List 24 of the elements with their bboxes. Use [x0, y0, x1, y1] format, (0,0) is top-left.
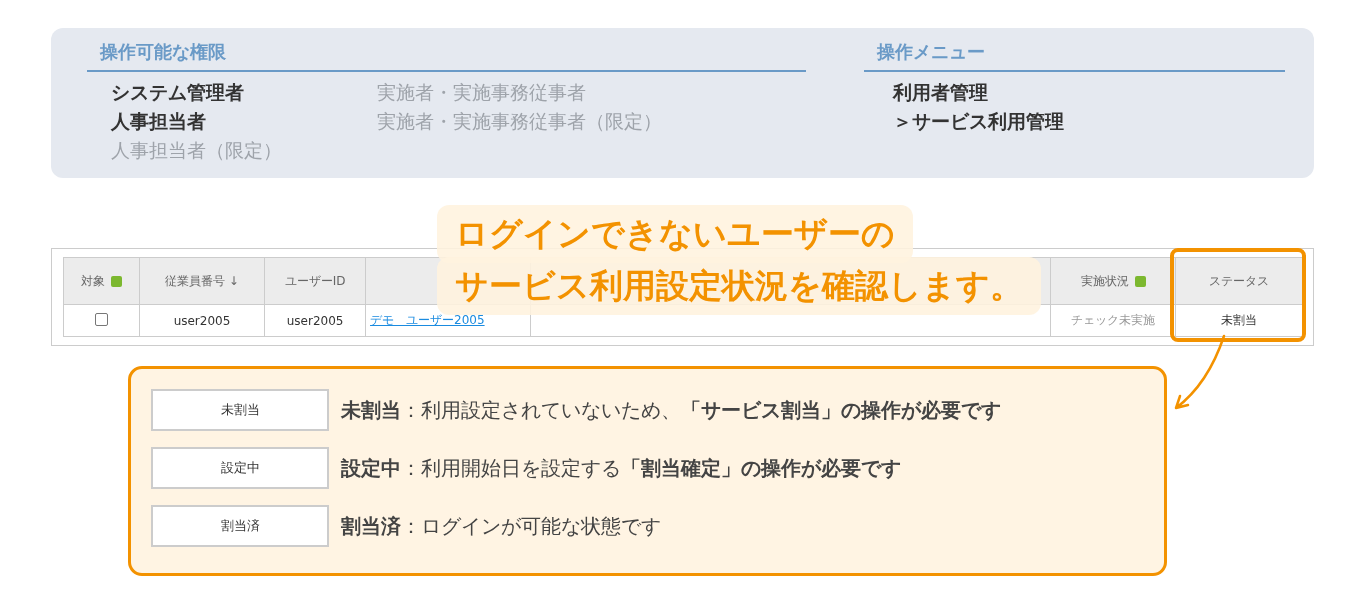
help-icon[interactable] [1134, 275, 1146, 287]
table-cell: user2005 [264, 304, 366, 337]
column-header: ユーザーID [264, 257, 366, 305]
role-label: システム管理者 [111, 80, 245, 105]
table-cell: チェック未実施 [1050, 304, 1176, 337]
column-header: 対象 [63, 257, 140, 305]
section-title: 操作可能な権限 [87, 38, 807, 72]
row-checkbox[interactable] [94, 312, 108, 326]
column-header: ステータス [1175, 257, 1303, 305]
legend-text: 未割当：利用設定されていないため、「サービス割当」の操作が必要です [341, 396, 1001, 424]
callout-text: サービス利用設定状況を確認します。 [437, 257, 1041, 315]
menu-item[interactable]: ＞サービス利用管理 [893, 109, 1285, 138]
section-title: 操作メニュー [864, 38, 1285, 72]
menu-item[interactable]: 利用者管理 [893, 80, 1285, 109]
help-icon[interactable] [110, 275, 122, 287]
column-header: 実施状況 [1050, 257, 1176, 305]
table-cell: user2005 [139, 304, 265, 337]
role-label: 実施者・実施事務従事者 [377, 80, 587, 105]
column-header: 従業員番号 ↓ [139, 257, 265, 305]
role-label: 人事担当者（限定） [111, 138, 283, 163]
role-label: 実施者・実施事務従事者（限定） [377, 109, 663, 134]
legend-text: 割当済：ログインが可能な状態です [341, 512, 661, 540]
role-label: 人事担当者 [111, 109, 207, 134]
legend-text: 設定中：利用開始日を設定する「割当確定」の操作が必要です [341, 454, 901, 482]
